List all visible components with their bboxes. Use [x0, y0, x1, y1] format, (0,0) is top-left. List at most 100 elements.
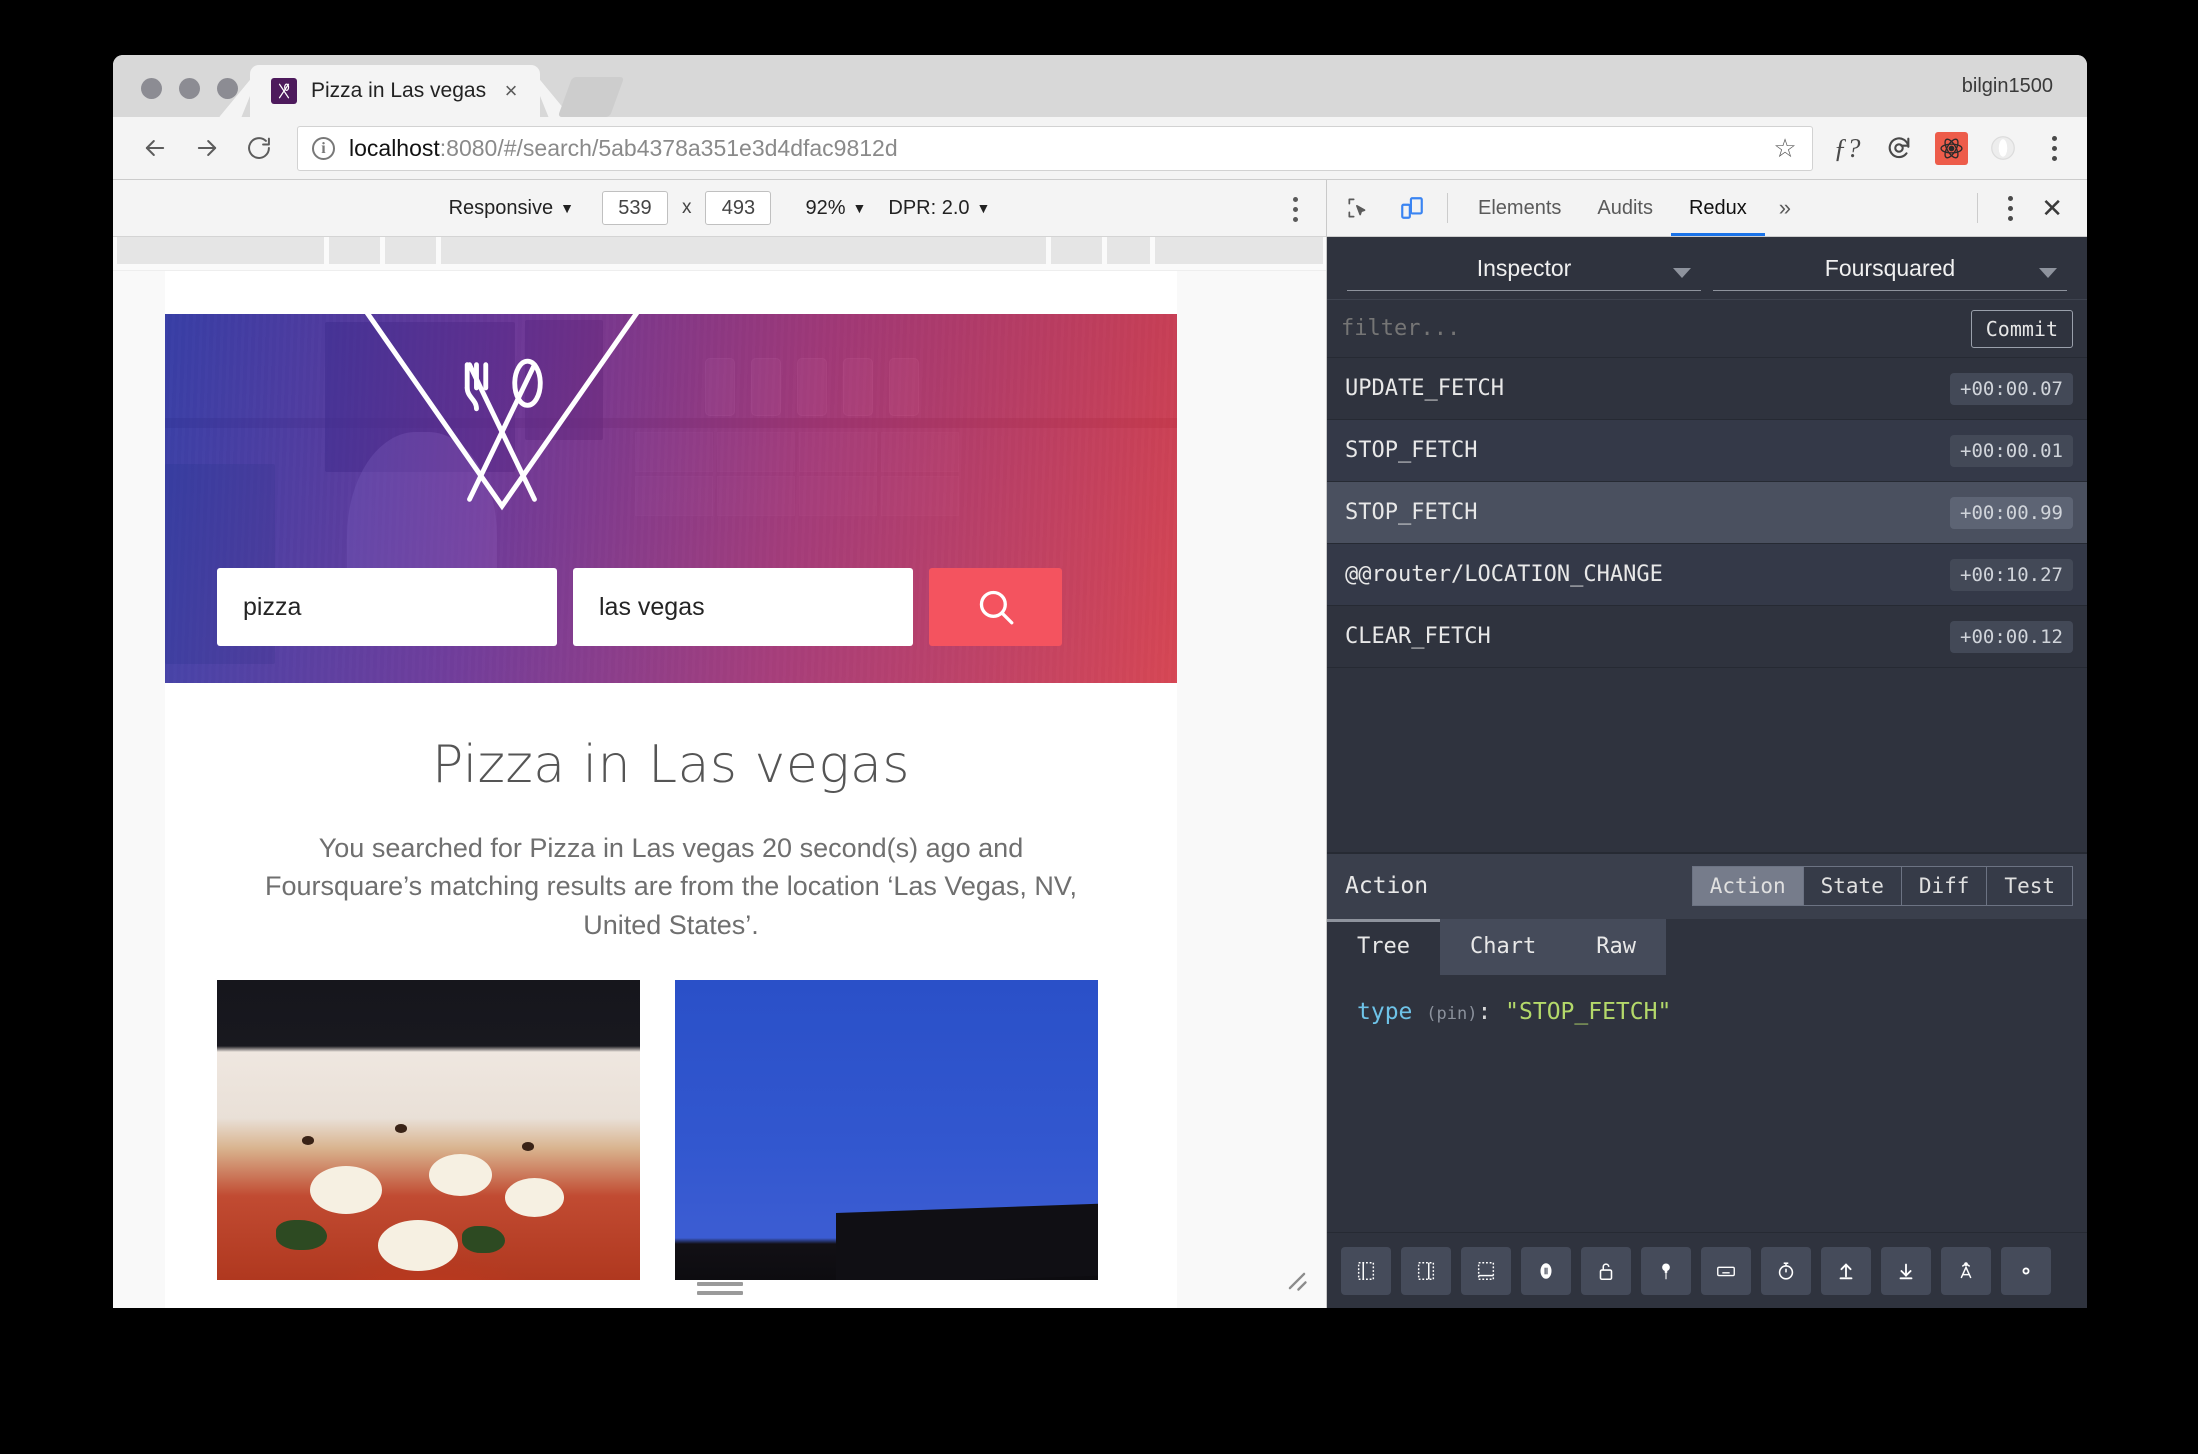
pause-icon[interactable]: [1521, 1247, 1571, 1295]
bookmark-star-icon[interactable]: ☆: [1768, 132, 1802, 166]
device-preset-dropdown[interactable]: Responsive ▼: [449, 197, 574, 220]
action-row[interactable]: STOP_FETCH +00:00.99: [1327, 482, 2087, 544]
react-devtools-icon[interactable]: [1925, 122, 1977, 174]
action-row[interactable]: @@router/LOCATION_CHANGE +00:10.27: [1327, 544, 2087, 606]
action-timestamp: +00:00.07: [1950, 373, 2073, 405]
action-name: UPDATE_FETCH: [1345, 376, 1504, 401]
json-pin-label[interactable]: (pin): [1426, 1004, 1477, 1024]
search-submit-button[interactable]: [929, 568, 1062, 646]
search-location-input[interactable]: las vegas: [573, 568, 913, 646]
close-devtools-icon[interactable]: ✕: [2031, 193, 2087, 224]
commit-button[interactable]: Commit: [1971, 310, 2073, 348]
site-info-icon[interactable]: i: [312, 137, 335, 160]
keyboard-icon[interactable]: [1701, 1247, 1751, 1295]
detail-tab-test[interactable]: Test: [1986, 866, 2073, 906]
broadcast-icon[interactable]: [1941, 1247, 1991, 1295]
reload-button[interactable]: [233, 122, 285, 174]
viewport-height-resize-handle[interactable]: [697, 1282, 743, 1296]
search-query-input[interactable]: pizza: [217, 568, 557, 646]
browser-tab[interactable]: Pizza in Las vegas ×: [250, 65, 540, 117]
device-mode-toolbar: Responsive ▼ 539 x 493 92% ▼ DPR: 2.0 ▼: [113, 180, 1326, 237]
pin-icon[interactable]: [1641, 1247, 1691, 1295]
viewport-wrapper: pizza las vegas: [113, 271, 1326, 1308]
dock-right-icon[interactable]: [1341, 1247, 1391, 1295]
action-timestamp: +00:10.27: [1950, 559, 2073, 591]
lock-icon[interactable]: [1581, 1247, 1631, 1295]
tab-redux[interactable]: Redux: [1671, 180, 1765, 236]
download-icon[interactable]: [1881, 1247, 1931, 1295]
page-viewport: pizza las vegas: [165, 271, 1177, 1308]
chrome-menu-button[interactable]: [2029, 122, 2079, 174]
upload-icon[interactable]: [1821, 1247, 1871, 1295]
dock-bottom-icon[interactable]: [1401, 1247, 1451, 1295]
detail-tab-diff[interactable]: Diff: [1901, 866, 1988, 906]
monitor-select-value: Inspector: [1477, 255, 1572, 282]
dpr-dropdown[interactable]: DPR: 2.0 ▼: [888, 197, 990, 220]
window-minimize-button[interactable]: [179, 78, 200, 99]
chevron-down-icon: [1673, 268, 1691, 278]
subtab-chart[interactable]: Chart: [1440, 919, 1566, 975]
action-row[interactable]: CLEAR_FETCH +00:00.12: [1327, 606, 2087, 668]
dock-split-icon[interactable]: [1461, 1247, 1511, 1295]
back-button[interactable]: [129, 122, 181, 174]
forward-button[interactable]: [181, 122, 233, 174]
action-name: STOP_FETCH: [1345, 500, 1477, 525]
history-sync-icon[interactable]: [1873, 122, 1925, 174]
profile-name[interactable]: bilgin1500: [1962, 75, 2053, 98]
action-json-viewer[interactable]: type (pin): "STOP_FETCH": [1327, 975, 2087, 1233]
subtab-raw[interactable]: Raw: [1566, 919, 1666, 975]
result-photo-pizza[interactable]: [217, 980, 640, 1280]
chevron-down-icon: [2039, 268, 2057, 278]
device-options-button[interactable]: [1287, 191, 1304, 228]
more-tabs-icon[interactable]: »: [1765, 195, 1805, 221]
action-row[interactable]: UPDATE_FETCH +00:00.07: [1327, 358, 2087, 420]
action-row[interactable]: STOP_FETCH +00:00.01: [1327, 420, 2087, 482]
instance-select-value: Foursquared: [1825, 255, 1955, 282]
device-preset-label: Responsive: [449, 197, 554, 220]
timer-icon[interactable]: [1761, 1247, 1811, 1295]
redux-devtools: Inspector Foursquared Commit UPDATE_FETC…: [1327, 237, 2087, 1308]
dpr-label: DPR: 2.0: [888, 197, 969, 220]
subtab-tree[interactable]: Tree: [1327, 919, 1440, 975]
search-query-value: pizza: [243, 593, 301, 622]
toggle-device-toolbar-icon[interactable]: [1389, 185, 1435, 231]
detail-title: Action: [1345, 873, 1428, 899]
window-close-button[interactable]: [141, 78, 162, 99]
action-timestamp: +00:00.99: [1950, 497, 2073, 529]
viewport-height-input[interactable]: 493: [705, 191, 771, 225]
search-form: pizza las vegas: [217, 568, 1125, 646]
dimension-separator: x: [682, 197, 692, 219]
action-timestamp: +00:00.12: [1950, 621, 2073, 653]
zoom-dropdown[interactable]: 92% ▼: [805, 197, 866, 220]
instance-select[interactable]: Foursquared: [1713, 255, 2067, 291]
fontface-ninja-icon[interactable]: ƒ?: [1821, 122, 1873, 174]
filter-input[interactable]: [1341, 316, 1971, 341]
inspect-element-icon[interactable]: [1335, 185, 1381, 231]
result-photo-sky[interactable]: [675, 980, 1098, 1280]
detail-tab-state[interactable]: State: [1803, 866, 1902, 906]
redux-action-list[interactable]: UPDATE_FETCH +00:00.07 STOP_FETCH +00:00…: [1327, 358, 2087, 852]
redux-bottom-toolbar: [1327, 1232, 2087, 1308]
generic-extension-icon[interactable]: [1977, 122, 2029, 174]
action-name: STOP_FETCH: [1345, 438, 1477, 463]
address-bar[interactable]: i localhost:8080/#/search/5ab4378a351e3d…: [297, 126, 1813, 171]
action-name: @@router/LOCATION_CHANGE: [1345, 562, 1663, 587]
zoom-label: 92%: [805, 197, 845, 220]
close-icon[interactable]: ×: [500, 80, 522, 102]
detail-tab-action[interactable]: Action: [1692, 866, 1804, 906]
viewport-width-input[interactable]: 539: [602, 191, 668, 225]
viewport-corner-resize-handle[interactable]: [1280, 1264, 1314, 1298]
tab-audits[interactable]: Audits: [1579, 180, 1671, 236]
foursquared-cutlery-logo: [165, 314, 840, 546]
tab-elements[interactable]: Elements: [1460, 180, 1579, 236]
settings-icon[interactable]: [2001, 1247, 2051, 1295]
viewport-height-value: 493: [722, 197, 755, 220]
chevron-down-icon: ▼: [560, 200, 574, 216]
json-colon: :: [1477, 999, 1491, 1025]
devtools-menu-button[interactable]: [1990, 196, 2031, 221]
new-tab-button[interactable]: [558, 77, 625, 117]
devtools-split: Responsive ▼ 539 x 493 92% ▼ DPR: 2.0 ▼: [113, 180, 2087, 1308]
viewport-width-value: 539: [618, 197, 651, 220]
viewport-ruler: [113, 237, 1326, 271]
monitor-select[interactable]: Inspector: [1347, 255, 1701, 291]
